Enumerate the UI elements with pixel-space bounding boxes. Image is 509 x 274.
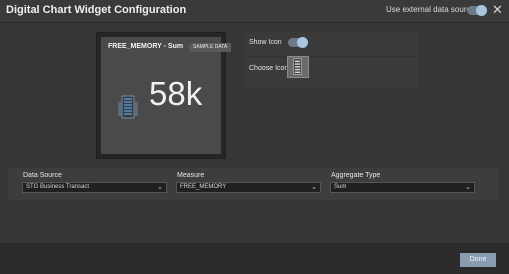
choose-icon-label: Choose Icon (249, 65, 289, 72)
show-icon-label: Show Icon (249, 39, 282, 46)
widget-title: FREE_MEMORY - Sum (108, 43, 184, 50)
toggle-knob (476, 5, 487, 16)
chevron-down-icon: ⌄ (311, 184, 317, 191)
icon-options-panel: Show Icon Choose Icon (245, 32, 418, 88)
choose-icon-button[interactable] (287, 56, 309, 78)
aggregate-type-label: Aggregate Type (331, 172, 381, 179)
aggregate-type-value: Sum (334, 184, 347, 190)
data-source-select[interactable]: STG Business Transact ⌄ (22, 182, 167, 193)
data-source-label: Data Source (23, 172, 62, 179)
measure-label: Measure (177, 172, 205, 179)
dialog-titlebar: Digital Chart Widget Configuration Use e… (0, 0, 509, 23)
data-config-strip: Data Source STG Business Transact ⌄ Meas… (8, 168, 498, 200)
aggregate-type-select[interactable]: Sum ⌄ (330, 182, 475, 193)
widget-value: 58k (149, 75, 203, 112)
show-icon-toggle[interactable] (288, 37, 308, 48)
measure-select[interactable]: FREE_MEMORY ⌄ (176, 182, 321, 193)
widget-preview: FREE_MEMORY - Sum SAMPLE DATA 58k (96, 32, 232, 159)
data-source-value: STG Business Transact (26, 184, 90, 190)
divider (245, 56, 418, 57)
close-icon[interactable]: ✕ (492, 3, 503, 16)
sample-data-badge: SAMPLE DATA (188, 43, 232, 52)
done-button[interactable]: Done (460, 253, 496, 267)
external-data-label: Use external data sources (386, 5, 479, 14)
widget-preview-card: FREE_MEMORY - Sum SAMPLE DATA 58k (101, 37, 232, 154)
dialog-body: FREE_MEMORY - Sum SAMPLE DATA 58k Show I… (0, 23, 509, 243)
server-icon (293, 58, 302, 75)
dialog-title: Digital Chart Widget Configuration (6, 4, 187, 16)
measure-value: FREE_MEMORY (180, 184, 227, 190)
external-data-toggle[interactable] (467, 5, 487, 16)
chevron-down-icon: ⌄ (465, 184, 471, 191)
toggle-knob (297, 37, 308, 48)
chevron-down-icon: ⌄ (157, 184, 163, 191)
dialog-footer: Done (0, 243, 509, 274)
server-icon (118, 95, 138, 119)
config-dialog: Digital Chart Widget Configuration Use e… (0, 0, 509, 274)
